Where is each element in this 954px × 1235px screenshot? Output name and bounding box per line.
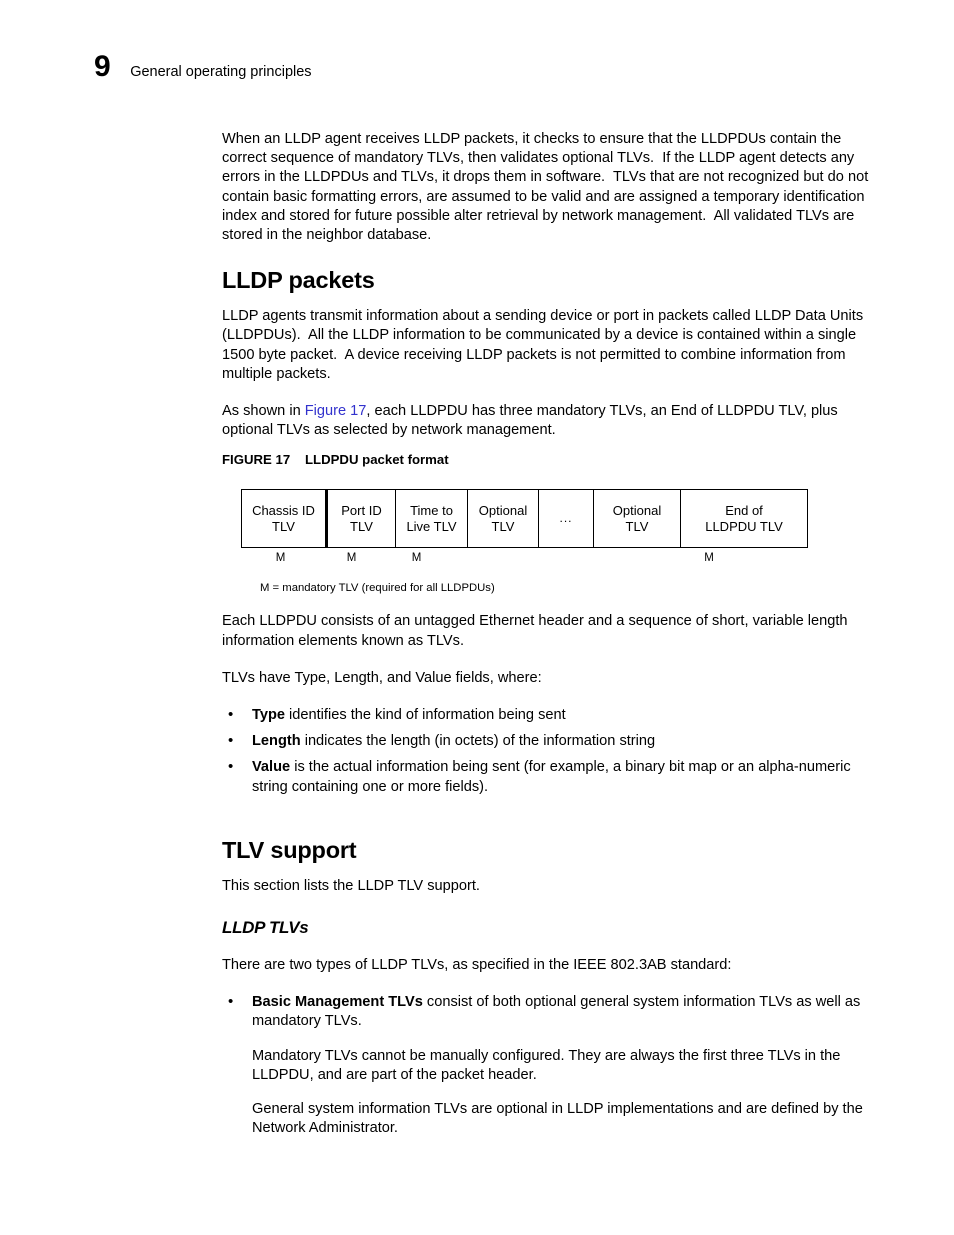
page-content: When an LLDP agent receives LLDP packets… — [222, 130, 870, 1138]
list-item: Value is the actual information being se… — [222, 757, 870, 796]
packet-cell: Optional TLV — [467, 489, 539, 549]
lldp-tlv-bullet-list: Basic Management TLVs consist of both op… — [222, 992, 870, 1138]
figure-reference-paragraph: As shown in Figure 17, each LLDPDU has t… — [222, 402, 870, 440]
list-item-sub-paragraph: General system information TLVs are opti… — [252, 1101, 863, 1137]
page-running-header: 9 General operating principles — [94, 52, 312, 82]
packet-cell-line1: ... — [559, 511, 573, 526]
packet-cell-line1: Time to — [410, 503, 453, 519]
figure-17-link[interactable]: Figure 17 — [305, 403, 367, 419]
packet-cell: End of LLDPDU TLV — [680, 489, 808, 549]
packet-cell-line1: Optional — [478, 503, 528, 519]
packet-cell-line1: Optional — [612, 503, 662, 519]
list-item-text: is the actual information being sent (fo… — [252, 759, 851, 795]
intro-paragraph: When an LLDP agent receives LLDP packets… — [222, 131, 873, 244]
list-item-lead: Value — [252, 759, 291, 776]
figure-caption-number: FIGURE 17 — [222, 452, 291, 468]
list-item-sub-paragraph: Mandatory TLVs cannot be manually config… — [252, 1047, 841, 1083]
mandatory-marker: M — [275, 552, 286, 565]
packet-cell: Time to Live TLV — [395, 489, 468, 549]
table-row: Chassis ID TLV Port ID TLV Time to Live TLV Op… — [241, 489, 808, 549]
list-item-text: indicates the length (in octets) of the … — [300, 733, 656, 750]
packet-cell-line1: End of — [725, 503, 763, 519]
tlv-support-paragraph: This section lists the LLDP TLV support. — [222, 877, 480, 894]
packet-cell: ... — [538, 489, 594, 549]
tlv-fields-intro: TLVs have Type, Length, and Value fields… — [222, 669, 542, 686]
packet-cell: Optional TLV — [593, 489, 681, 549]
figure-caption-title: LLDPDU packet format — [305, 452, 449, 468]
list-item-lead: Type — [252, 707, 285, 724]
mandatory-marker: M — [411, 552, 422, 565]
mandatory-marker: M — [704, 552, 714, 565]
figure-caption: FIGURE 17 LLDPDU packet format — [222, 452, 870, 467]
chapter-number: 9 — [94, 50, 111, 83]
heading-tlv-support: TLV support — [222, 836, 357, 863]
packet-format-table: Chassis ID TLV Port ID TLV Time to Live TLV Op… — [241, 489, 808, 549]
heading-lldp-tlvs: LLDP TLVs — [222, 918, 309, 938]
lldp-packets-paragraph: LLDP agents transmit information about a… — [222, 308, 868, 382]
packet-cell-line1: Chassis ID — [252, 503, 315, 519]
lldp-tlvs-intro: There are two types of LLDP TLVs, as spe… — [222, 957, 732, 974]
mandatory-marker: M — [346, 552, 357, 565]
packet-cell: Chassis ID TLV — [241, 489, 328, 549]
packet-cell-line2: TLV — [625, 518, 649, 534]
mandatory-marker-row: MMMM — [241, 548, 770, 570]
list-item: Length indicates the length (in octets) … — [222, 731, 870, 751]
figure-ref-prefix: As shown in — [222, 403, 305, 420]
packet-cell-line1: Port ID — [341, 503, 382, 519]
list-item-lead: Basic Management TLVs — [252, 994, 423, 1011]
list-item: Basic Management TLVs consist of both op… — [222, 992, 870, 1138]
after-figure-paragraph: Each LLDPDU consists of an untagged Ethe… — [222, 613, 852, 649]
list-item-lead: Length — [252, 733, 301, 750]
lldpdu-packet-format-diagram: Chassis ID TLV Port ID TLV Time to Live TLV Op… — [241, 489, 870, 594]
packet-cell-line2: LLDPDU TLV — [705, 518, 783, 534]
tlv-field-bullet-list: Type identifies the kind of information … — [222, 705, 870, 797]
packet-cell: Port ID TLV — [326, 489, 396, 549]
list-item-text: identifies the kind of information being… — [284, 707, 566, 724]
figure-legend: M = mandatory TLV (required for all LLDP… — [260, 582, 495, 595]
packet-cell-line2: TLV — [491, 518, 515, 534]
packet-cell-line2: TLV — [272, 518, 295, 534]
packet-cell-line2: Live TLV — [406, 518, 457, 534]
list-item: Type identifies the kind of information … — [222, 705, 870, 725]
heading-lldp-packets: LLDP packets — [222, 267, 375, 294]
chapter-title: General operating principles — [130, 64, 312, 80]
packet-cell-line2: TLV — [350, 518, 373, 534]
